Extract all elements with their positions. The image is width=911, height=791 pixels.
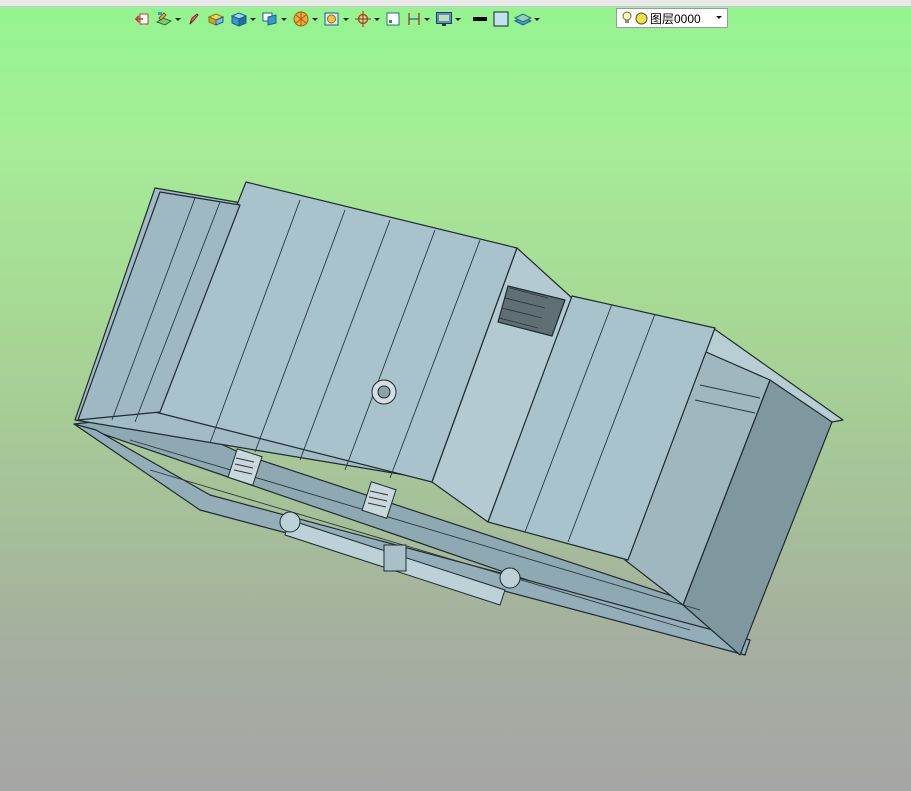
coordinate-system-button[interactable]	[354, 8, 380, 30]
solid-cube-icon	[230, 12, 248, 27]
window-top-strip	[0, 0, 911, 7]
fill-color-button[interactable]	[493, 8, 509, 30]
3d-viewport[interactable]	[0, 34, 911, 791]
extrude-solid-button[interactable]	[207, 8, 225, 30]
fill-color-icon	[493, 11, 509, 27]
display-settings-icon	[436, 12, 452, 26]
sketch-plane-button[interactable]	[155, 8, 181, 30]
round-port	[371, 379, 397, 405]
pencil-sketch-button[interactable]	[186, 8, 202, 30]
coordinate-system-icon	[355, 11, 371, 27]
render-style-button[interactable]	[292, 8, 318, 30]
cad-toolbar	[134, 8, 545, 30]
chevron-down-icon	[374, 17, 380, 21]
extrude-solid-icon	[207, 13, 225, 26]
section-view-button[interactable]	[323, 8, 349, 30]
layer-name: 图层0000	[650, 11, 701, 26]
chevron-down-icon	[175, 17, 181, 21]
view-orientation-icon	[262, 12, 277, 26]
chevron-down-icon	[312, 17, 318, 21]
chevron-down-icon	[455, 17, 461, 21]
layers-button[interactable]	[514, 8, 540, 30]
lightbulb-icon[interactable]	[622, 11, 632, 25]
sketch-plane-icon	[155, 12, 173, 26]
component-window-button[interactable]	[385, 8, 401, 30]
section-view-icon	[324, 12, 339, 26]
chevron-down-icon	[281, 17, 287, 21]
render-style-icon	[293, 11, 309, 27]
line-color-button[interactable]	[472, 8, 488, 30]
yellow-dot-icon[interactable]	[635, 12, 648, 25]
exit-sketch-icon	[134, 13, 149, 25]
chevron-down-icon[interactable]	[716, 16, 722, 19]
pencil-sketch-icon	[189, 13, 199, 25]
display-settings-button[interactable]	[435, 8, 461, 30]
dimension-icon	[408, 13, 420, 25]
solid-cube-button[interactable]	[230, 8, 256, 30]
component-window-icon	[386, 12, 400, 26]
chevron-down-icon	[250, 17, 256, 21]
chevron-down-icon	[343, 17, 349, 21]
layer-selector[interactable]: 图层0000	[616, 8, 728, 28]
chevron-down-icon	[534, 17, 540, 21]
line-color-icon	[473, 17, 487, 21]
dimension-button[interactable]	[406, 8, 430, 30]
view-orientation-button[interactable]	[261, 8, 287, 30]
layers-icon	[514, 13, 532, 26]
exit-sketch-button[interactable]	[134, 8, 150, 30]
cabinet-3d-model	[73, 181, 844, 656]
chevron-down-icon	[424, 17, 430, 21]
